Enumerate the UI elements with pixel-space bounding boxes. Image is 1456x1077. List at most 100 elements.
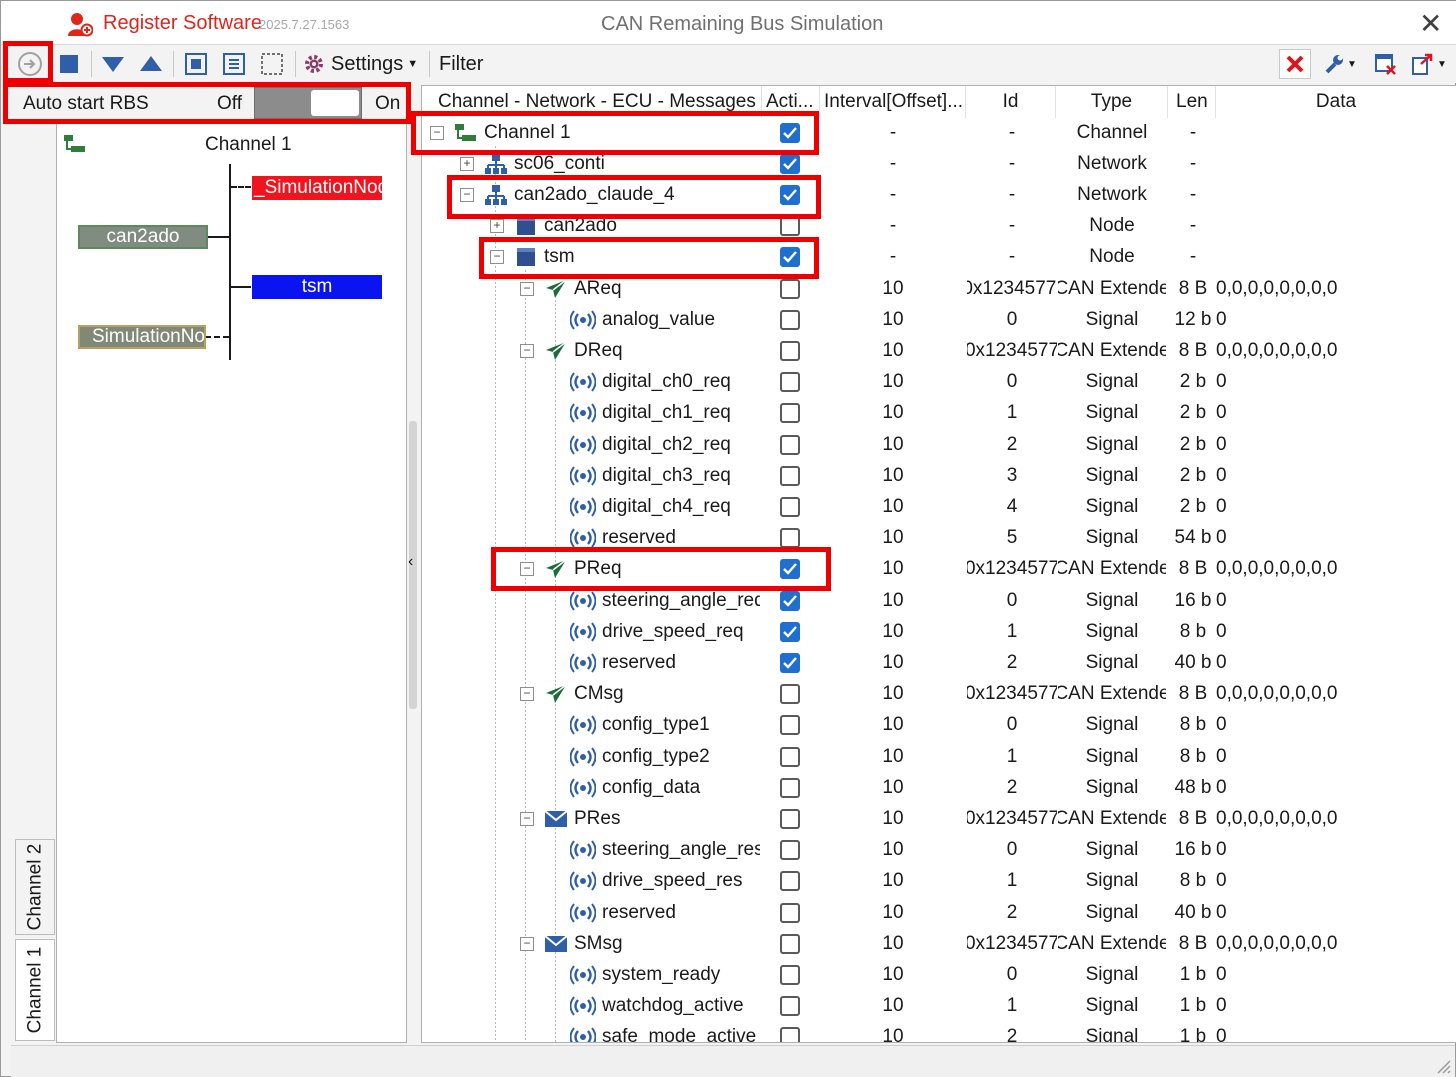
collapse-icon[interactable]: − bbox=[430, 125, 444, 140]
collapse-icon[interactable]: − bbox=[460, 187, 474, 202]
active-checkbox[interactable] bbox=[780, 777, 800, 798]
active-checkbox[interactable] bbox=[780, 871, 800, 892]
table-row[interactable]: safe_mode_active 10 2 Signal 1 b 0 bbox=[422, 1022, 1456, 1042]
active-checkbox[interactable] bbox=[780, 216, 800, 237]
tab-channel-1[interactable]: Channel 1 bbox=[15, 939, 55, 1041]
table-row[interactable]: config_type2 10 1 Signal 8 b 0 bbox=[422, 741, 1456, 772]
filter-label[interactable]: Filter bbox=[439, 53, 483, 76]
collapse-icon[interactable]: − bbox=[490, 250, 504, 265]
register-user-icon[interactable] bbox=[67, 11, 93, 37]
table-row[interactable]: reserved 10 2 Signal 40 b0 bbox=[422, 897, 1456, 928]
active-checkbox[interactable] bbox=[780, 933, 800, 954]
active-checkbox[interactable] bbox=[780, 590, 800, 611]
move-down-button[interactable] bbox=[99, 49, 127, 79]
active-checkbox[interactable] bbox=[780, 372, 800, 393]
node-tsm[interactable]: tsm bbox=[252, 275, 382, 299]
active-checkbox[interactable] bbox=[780, 278, 800, 299]
table-row[interactable]: reserved 10 5 Signal 54 b0 bbox=[422, 523, 1456, 554]
collapse-left-icon[interactable]: ‹ bbox=[408, 553, 413, 571]
active-checkbox[interactable] bbox=[780, 964, 800, 985]
active-checkbox[interactable] bbox=[780, 247, 800, 268]
active-checkbox[interactable] bbox=[780, 122, 800, 143]
auto-start-toggle[interactable] bbox=[254, 87, 362, 119]
active-checkbox[interactable] bbox=[780, 652, 800, 673]
table-row[interactable]: + can2ado - - Node - bbox=[422, 211, 1456, 242]
active-checkbox[interactable] bbox=[780, 684, 800, 705]
active-checkbox[interactable] bbox=[780, 1027, 800, 1042]
deselect-all-button[interactable] bbox=[257, 49, 287, 79]
node-can2ado[interactable]: can2ado bbox=[78, 225, 208, 249]
active-checkbox[interactable] bbox=[780, 340, 800, 361]
table-row[interactable]: − SMsg 10 0x1234577 CAN Extende 8 B 0,0,0,0,0,… bbox=[422, 928, 1456, 959]
resize-grip-icon[interactable] bbox=[1435, 1058, 1451, 1074]
active-checkbox[interactable] bbox=[780, 465, 800, 486]
column-header-len[interactable]: Len bbox=[1168, 86, 1216, 118]
table-row[interactable]: digital_ch1_req 10 1 Signal 2 b 0 bbox=[422, 398, 1456, 429]
active-checkbox[interactable] bbox=[780, 559, 800, 580]
move-up-button[interactable] bbox=[137, 49, 165, 79]
collapse-icon[interactable]: − bbox=[520, 343, 534, 358]
collapse-icon[interactable]: − bbox=[520, 811, 534, 826]
node-simulation-bottom[interactable]: SimulationNode bbox=[78, 325, 206, 349]
table-row[interactable]: − CMsg 10 0x1234577 CAN Extende 8 B 0,0,0,0,0,… bbox=[422, 679, 1456, 710]
select-all-button[interactable] bbox=[181, 49, 211, 79]
column-header-data[interactable]: Data bbox=[1216, 86, 1456, 118]
active-checkbox[interactable] bbox=[780, 309, 800, 330]
table-row[interactable]: digital_ch2_req 10 2 Signal 2 b 0 bbox=[422, 429, 1456, 460]
close-button[interactable]: ✕ bbox=[1419, 7, 1442, 41]
active-checkbox[interactable] bbox=[780, 840, 800, 861]
active-checkbox[interactable] bbox=[780, 403, 800, 424]
active-checkbox[interactable] bbox=[780, 746, 800, 767]
close-window-button[interactable] bbox=[1371, 49, 1401, 79]
collapse-icon[interactable]: − bbox=[520, 562, 534, 577]
active-checkbox[interactable] bbox=[780, 621, 800, 642]
table-row[interactable]: system_ready 10 0 Signal 1 b 0 bbox=[422, 959, 1456, 990]
active-checkbox[interactable] bbox=[780, 808, 800, 829]
table-row[interactable]: − DReq 10 0x1234577 CAN Extende 8 B 0,0,0,0,0,… bbox=[422, 335, 1456, 366]
table-row[interactable]: digital_ch4_req 10 4 Signal 2 b 0 bbox=[422, 491, 1456, 522]
table-row[interactable]: − PRes 10 0x1234577 CAN Extende 8 B 0,0,0,0,0,… bbox=[422, 803, 1456, 834]
table-row[interactable]: config_type1 10 0 Signal 8 b 0 bbox=[422, 710, 1456, 741]
column-header-type[interactable]: Type bbox=[1056, 86, 1168, 118]
tab-channel-2[interactable]: Channel 2 bbox=[15, 839, 55, 935]
active-checkbox[interactable] bbox=[780, 496, 800, 517]
node-simulation-top[interactable]: _SimulationNode bbox=[252, 176, 382, 200]
active-checkbox[interactable] bbox=[780, 902, 800, 923]
table-row[interactable]: analog_value 10 0 Signal 12 b0 bbox=[422, 304, 1456, 335]
start-rbs-button[interactable] bbox=[13, 49, 47, 79]
table-row[interactable]: steering_angle_req 10 0 Signal 16 b0 bbox=[422, 585, 1456, 616]
column-header-interval[interactable]: Interval[Offset]... bbox=[820, 86, 966, 118]
register-software-link[interactable]: Register Software bbox=[103, 12, 262, 35]
column-header-active[interactable]: Acti... bbox=[762, 86, 820, 118]
table-row[interactable]: − AReq 10 0x1234577. CAN Extende 8 B 0,0,0,0,0… bbox=[422, 273, 1456, 304]
export-menu[interactable]: ▼ bbox=[1409, 49, 1449, 79]
table-row[interactable]: − Channel 1 - - Channel - bbox=[422, 117, 1456, 148]
active-checkbox[interactable] bbox=[780, 184, 800, 205]
expand-icon[interactable]: + bbox=[460, 156, 474, 171]
tools-menu[interactable]: ▼ bbox=[1319, 49, 1361, 79]
active-checkbox[interactable] bbox=[780, 715, 800, 736]
expand-icon[interactable]: + bbox=[490, 219, 504, 234]
clear-filter-button[interactable] bbox=[1279, 49, 1311, 79]
stop-button[interactable] bbox=[55, 49, 83, 79]
column-header-name[interactable]: Channel - Network - ECU - Messages bbox=[422, 86, 762, 118]
collapse-icon[interactable]: − bbox=[520, 281, 534, 296]
active-checkbox[interactable] bbox=[780, 153, 800, 174]
select-list-button[interactable] bbox=[219, 49, 249, 79]
active-checkbox[interactable] bbox=[780, 434, 800, 455]
table-row[interactable]: digital_ch0_req 10 0 Signal 2 b 0 bbox=[422, 367, 1456, 398]
table-row[interactable]: drive_speed_res 10 1 Signal 8 b 0 bbox=[422, 866, 1456, 897]
collapse-icon[interactable]: − bbox=[520, 936, 534, 951]
table-row[interactable]: digital_ch3_req 10 3 Signal 2 b 0 bbox=[422, 460, 1456, 491]
table-row[interactable]: watchdog_active 10 1 Signal 1 b 0 bbox=[422, 991, 1456, 1022]
toggle-knob[interactable] bbox=[311, 90, 359, 116]
table-row[interactable]: + sc06_conti - - Network - bbox=[422, 148, 1456, 179]
table-row[interactable]: − can2ado_claude_4 - - Network - bbox=[422, 179, 1456, 210]
table-row[interactable]: − PReq 10 0x1234577 CAN Extende 8 B 0,0,0,0,0,… bbox=[422, 554, 1456, 585]
active-checkbox[interactable] bbox=[780, 528, 800, 549]
table-row[interactable]: config_data 10 2 Signal 48 b0 bbox=[422, 772, 1456, 803]
column-header-id[interactable]: Id bbox=[966, 86, 1056, 118]
table-row[interactable]: steering_angle_res 10 0 Signal 16 b0 bbox=[422, 835, 1456, 866]
settings-menu[interactable]: Settings ▼ bbox=[303, 49, 419, 79]
collapse-icon[interactable]: − bbox=[520, 687, 534, 702]
